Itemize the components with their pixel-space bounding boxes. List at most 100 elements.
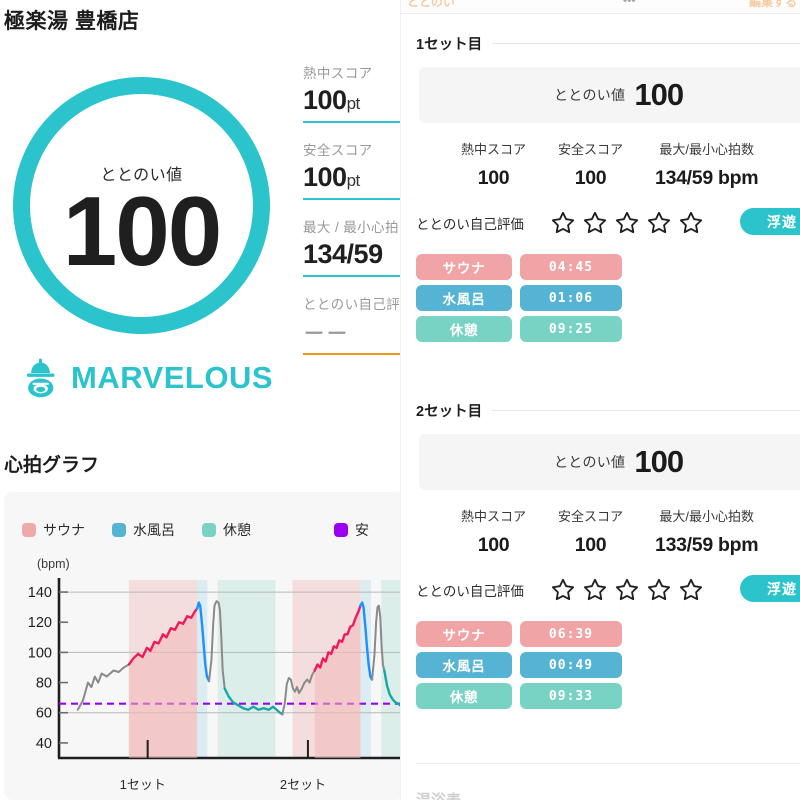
svg-text:140: 140	[28, 585, 52, 601]
legend-label: 休憩	[223, 522, 251, 538]
heart-rate-chart-card: サウナ 水風呂 休憩 安 (bpm) 40 60 80 100 120 140 1セット	[4, 492, 400, 800]
topbar-center-ghost[interactable]: •••	[623, 0, 636, 7]
set-header-1: 1セット目	[401, 33, 800, 54]
stat-value: －－	[303, 321, 350, 346]
topbar-divider	[401, 13, 800, 14]
topbar-right-ghost[interactable]: 編集する	[749, 0, 797, 10]
stat-value: 134/59	[303, 239, 383, 269]
metric-heat-score: 熱中スコア 100	[461, 139, 526, 190]
legend-swatch-sauna	[22, 523, 36, 537]
summary-stat-column: 熱中スコア 100pt 安全スコア 100pt 最大 / 最小心拍 134/59…	[303, 62, 400, 371]
legend-item-sauna: サウナ	[22, 520, 85, 540]
phase-name: 水風呂	[416, 285, 512, 311]
set-header-rule	[492, 43, 800, 44]
sauna-lamp-icon	[22, 358, 60, 398]
star-rating[interactable]	[550, 210, 704, 236]
metric-value: 100	[574, 167, 607, 189]
banner-label: ととのい値	[554, 454, 626, 470]
stat-label: 最大 / 最小心拍	[303, 220, 399, 235]
stat-unit: pt	[346, 94, 361, 113]
phase-row: サウナ 06:39	[416, 621, 800, 647]
star-icon[interactable]	[646, 210, 672, 236]
legend-swatch-resting-hr	[334, 523, 348, 537]
set-phase-table-1: サウナ 04:45 水風呂 01:06 休憩 09:25	[401, 254, 800, 342]
chart-xtick-set1: 1セット	[119, 777, 166, 792]
metric-label: 安全スコア	[558, 142, 624, 157]
phase-time: 00:49	[520, 652, 622, 678]
star-icon[interactable]	[582, 210, 608, 236]
clipped-topbar: ととのい ••• 編集する	[401, 0, 800, 13]
banner-value: 100	[634, 77, 684, 112]
heart-rate-title: 心拍グラフ	[4, 455, 100, 476]
phase-time: 04:45	[520, 254, 622, 280]
stat-value: 100pt	[303, 162, 400, 193]
star-rating[interactable]	[550, 577, 704, 603]
rank-badge: MARVELOUS	[22, 358, 273, 398]
condition-badge[interactable]: 浮遊	[740, 208, 800, 235]
set-score-banner-2: ととのい値 100	[419, 434, 800, 490]
stat-number: 100	[303, 85, 347, 115]
star-icon[interactable]	[646, 577, 672, 603]
star-icon[interactable]	[582, 577, 608, 603]
stat-label: 熱中スコア	[303, 66, 373, 81]
stat-underline	[303, 275, 400, 277]
metric-heat-score: 熱中スコア 100	[461, 506, 526, 557]
star-icon[interactable]	[678, 210, 704, 236]
legend-label: サウナ	[43, 522, 85, 538]
set-score-banner-1: ととのい値 100	[419, 67, 800, 123]
metric-value: 100	[574, 534, 607, 556]
svg-text:60: 60	[36, 706, 52, 722]
metric-label: 最大/最小心拍数	[659, 142, 754, 157]
stat-unit: pt	[346, 171, 361, 190]
phase-time: 09:25	[520, 316, 622, 342]
phase-row: サウナ 04:45	[416, 254, 800, 280]
star-icon[interactable]	[614, 577, 640, 603]
legend-label: 安	[355, 522, 369, 538]
phase-time: 06:39	[520, 621, 622, 647]
banner-label: ととのい値	[554, 87, 626, 103]
star-icon[interactable]	[614, 210, 640, 236]
legend-swatch-coldbath	[112, 523, 126, 537]
phase-name: サウナ	[416, 621, 512, 647]
condition-badge[interactable]: 浮遊	[740, 575, 800, 602]
score-ring-value: 100	[62, 176, 223, 286]
topbar-left-ghost[interactable]: ととのい	[407, 0, 455, 10]
svg-text:80: 80	[36, 676, 52, 692]
metric-value: 133/59 bpm	[655, 534, 759, 556]
star-icon[interactable]	[678, 577, 704, 603]
metric-value: 134/59 bpm	[655, 167, 759, 189]
metric-value: 100	[477, 534, 510, 556]
set-rating-2: ととのい自己評価 浮遊	[401, 575, 800, 605]
set-header-label: 2セット目	[416, 404, 483, 420]
set-header-2: 2セット目	[401, 400, 800, 421]
svg-text:40: 40	[36, 736, 52, 752]
phase-row: 休憩 09:25	[416, 316, 800, 342]
right-panel: ととのい ••• 編集する 1セット目 ととのい値 100 熱中スコア 100	[400, 0, 800, 800]
stat-heat-score: 熱中スコア 100pt	[303, 62, 400, 123]
star-icon[interactable]	[550, 210, 576, 236]
stat-self-rating: ととのい自己評 －－	[303, 293, 400, 355]
stat-label: 安全スコア	[303, 143, 373, 158]
rank-label: MARVELOUS	[71, 360, 274, 395]
set-rating-1: ととのい自己評価 浮遊	[401, 208, 800, 238]
metric-label: 安全スコア	[558, 509, 624, 524]
star-icon[interactable]	[550, 577, 576, 603]
totonoi-score-ring: ととのい値 100	[13, 77, 270, 334]
left-panel: 極楽湯 豊橋店 ととのい値 100 MARVELOUS 熱中スコア 100pt …	[0, 0, 400, 800]
phase-row: 水風呂 00:49	[416, 652, 800, 678]
bottom-divider	[416, 763, 800, 764]
legend-item-coldbath: 水風呂	[112, 520, 175, 540]
legend-label: 水風呂	[133, 522, 175, 538]
stat-underline	[303, 121, 400, 123]
chart-y-axis-unit: (bpm)	[37, 557, 70, 571]
set-metrics-2: 熱中スコア 100 安全スコア 100 最大/最小心拍数 133/59 bpm	[401, 506, 800, 557]
set-block-1: 1セット目 ととのい値 100 熱中スコア 100 安全スコア 100 最大/最…	[401, 33, 800, 347]
phase-row: 水風呂 01:06	[416, 285, 800, 311]
phase-name: 休憩	[416, 316, 512, 342]
svg-text:120: 120	[28, 615, 52, 631]
stat-number: 100	[303, 162, 347, 192]
phase-time: 09:33	[520, 683, 622, 709]
svg-text:100: 100	[28, 645, 52, 661]
stat-underline	[303, 198, 400, 200]
set-phase-table-2: サウナ 06:39 水風呂 00:49 休憩 09:33	[401, 621, 800, 709]
